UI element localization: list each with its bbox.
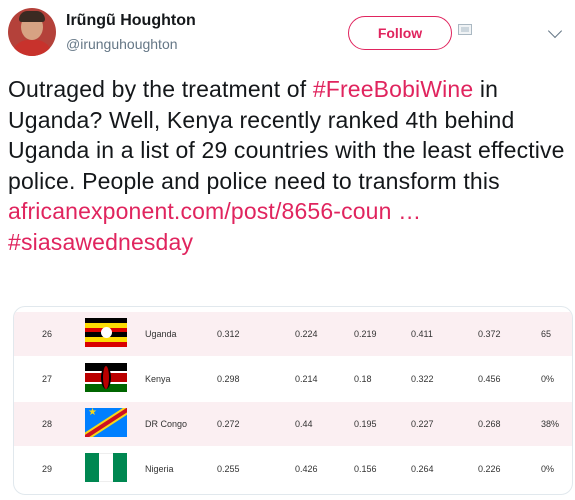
rank-cell: 27 <box>42 374 53 384</box>
uganda-flag-icon <box>85 318 127 347</box>
value-cell: 0.44 <box>295 419 313 429</box>
hashtag-link[interactable]: #FreeBobiWine <box>313 76 473 102</box>
value-cell: 0.322 <box>411 374 434 384</box>
value-cell: 0.272 <box>217 419 240 429</box>
kenya-flag-icon <box>85 363 127 392</box>
rank-cell: 29 <box>42 464 53 474</box>
value-cell: 0.456 <box>478 374 501 384</box>
hashtag-link[interactable]: #siasawednesday <box>8 229 193 255</box>
value-cell: 0.411 <box>411 329 433 339</box>
value-cell: 0.214 <box>295 374 318 384</box>
media-image[interactable]: 26 Uganda 0.312 0.224 0.219 0.411 0.372 … <box>13 306 573 495</box>
user-handle[interactable]: @irunguhoughton <box>66 36 178 52</box>
tweet-text: Outraged by the treatment of #FreeBobiWi… <box>8 74 568 257</box>
value-cell: 0.372 <box>478 329 501 339</box>
article-link[interactable]: africanexponent.com/post/8656-coun … <box>8 198 421 224</box>
table-row: 27 Kenya 0.298 0.214 0.18 0.322 0.456 0% <box>14 357 572 401</box>
follow-button[interactable]: Follow <box>348 16 452 50</box>
country-cell: Uganda <box>145 329 177 339</box>
rank-cell: 28 <box>42 419 53 429</box>
display-name[interactable]: Irũngũ Houghton <box>66 12 196 30</box>
value-cell: 0% <box>541 464 555 474</box>
value-cell: 0.268 <box>478 419 501 429</box>
country-cell: DR Congo <box>145 419 188 429</box>
value-cell: 0.18 <box>354 374 372 384</box>
tweet-text-part: Outraged by the treatment of <box>8 76 313 102</box>
value-cell: 0.227 <box>411 419 434 429</box>
value-cell: 38% <box>541 419 560 429</box>
value-cell: 65 <box>541 329 552 339</box>
drc-flag-icon: ★ <box>85 408 127 437</box>
nigeria-flag-icon <box>85 453 127 482</box>
country-cell: Kenya <box>145 374 171 384</box>
value-cell: 0.426 <box>295 464 318 474</box>
table-row: 26 Uganda 0.312 0.224 0.219 0.411 0.372 … <box>14 312 572 356</box>
chevron-down-icon[interactable] <box>547 23 563 39</box>
value-cell: 0.312 <box>217 329 240 339</box>
value-cell: 0.156 <box>354 464 377 474</box>
image-icon <box>458 24 472 35</box>
value-cell: 0.226 <box>478 464 501 474</box>
avatar[interactable] <box>8 8 56 56</box>
value-cell: 0.264 <box>411 464 434 474</box>
value-cell: 0.195 <box>354 419 377 429</box>
value-cell: 0.219 <box>354 329 377 339</box>
table-row: 29 Nigeria 0.255 0.426 0.156 0.264 0.226… <box>14 447 572 491</box>
value-cell: 0.224 <box>295 329 318 339</box>
table-row: 28 ★ DR Congo 0.272 0.44 0.195 0.227 0.2… <box>14 402 572 446</box>
tweet-header: Irũngũ Houghton @irunguhoughton Follow <box>0 0 575 70</box>
value-cell: 0.255 <box>217 464 240 474</box>
value-cell: 0.298 <box>217 374 240 384</box>
value-cell: 0% <box>541 374 555 384</box>
rank-cell: 26 <box>42 329 53 339</box>
country-cell: Nigeria <box>145 464 174 474</box>
